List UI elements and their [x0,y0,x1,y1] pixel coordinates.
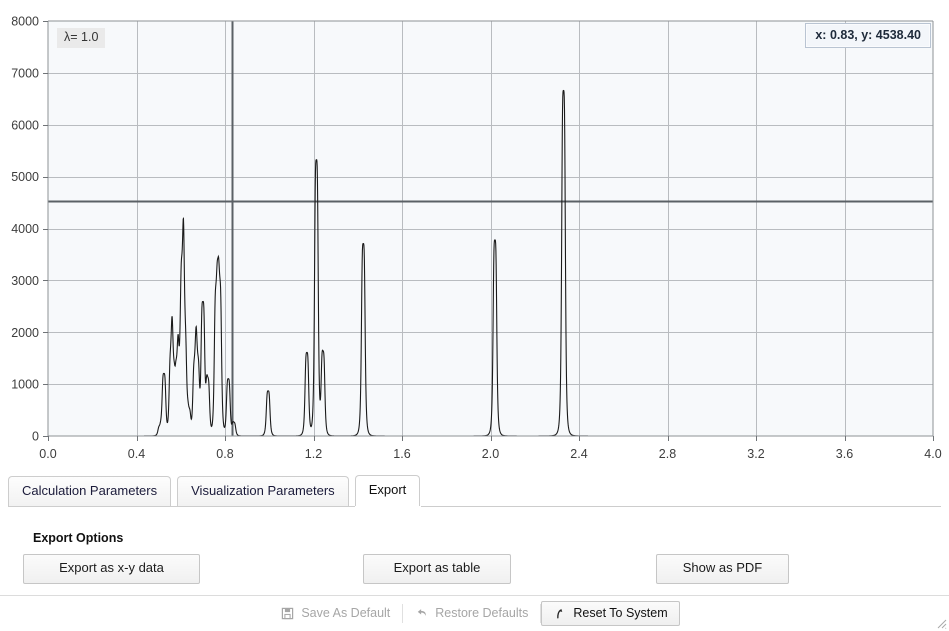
x-axis-tick-labels: 0.0 0.4 0.8 1.2 1.6 2.0 2.4 2.8 3.2 3.6 4.0 [39,447,941,461]
x-tick-label: 1.2 [305,447,322,461]
spectrum-plot[interactable]: 0.0 0.4 0.8 1.2 1.6 2.0 2.4 2.8 3.2 3.6 4.0 0 1000 2… [0,0,949,470]
x-tick-label: 1.6 [393,447,410,461]
save-as-default-label: Save As Default [301,605,391,620]
x-tick-label: 2.8 [659,447,676,461]
y-tick-label: 8000 [11,15,39,29]
y-tick-label: 4000 [11,222,39,236]
x-tick-label: 4.0 [924,447,941,461]
export-as-table-button[interactable]: Export as table [363,554,511,584]
bottom-button-bar: Save As Default Restore Defaults Reset T… [0,596,949,631]
y-tick-label: 7000 [11,66,39,80]
tab-calculation-parameters[interactable]: Calculation Parameters [8,476,172,506]
y-tick-label: 1000 [11,378,39,392]
active-tab-underline-gap [355,506,421,508]
y-axis-tick-labels: 0 1000 2000 3000 4000 5000 6000 7000 8000 [11,15,39,444]
restore-defaults-label: Restore Defaults [435,605,529,620]
y-tick-label: 6000 [11,118,39,132]
tab-strip: Calculation Parameters Visualization Par… [8,475,421,506]
export-as-xy-data-button[interactable]: Export as x-y data [23,554,200,584]
x-tick-label: 0.8 [216,447,233,461]
y-tick-label: 3000 [11,274,39,288]
save-as-default-button[interactable]: Save As Default [269,601,402,626]
plot-background [48,21,933,436]
undo-arrow-icon [415,607,428,620]
tab-visualization-parameters[interactable]: Visualization Parameters [177,476,349,506]
reset-to-system-label: Reset To System [573,605,668,620]
export-options-heading: Export Options [33,531,124,545]
y-tick-label: 5000 [11,170,39,184]
x-tick-label: 0.0 [39,447,56,461]
x-tick-label: 3.6 [836,447,853,461]
lambda-label: λ= 1.0 [57,28,106,48]
x-tick-label: 3.2 [747,447,764,461]
reset-to-system-button[interactable]: Reset To System [541,600,680,627]
spectrum-chart-panel[interactable]: 0.0 0.4 0.8 1.2 1.6 2.0 2.4 2.8 3.2 3.6 4.0 0 1000 2… [0,0,949,470]
tab-bar: Calculation Parameters Visualization Par… [0,471,949,511]
y-tick-label: 0 [32,430,39,444]
tab-export[interactable]: Export [354,475,421,506]
y-tick-label: 2000 [11,326,39,340]
cursor-coordinate-readout: x: 0.83, y: 4538.40 [805,23,931,49]
tab-bar-underline [8,506,941,507]
reset-curved-arrow-icon [553,607,566,620]
x-tick-label: 2.0 [482,447,499,461]
export-options-panel: Export Options Export as x-y data Export… [0,512,949,590]
window-resize-grip[interactable] [935,617,947,629]
x-tick-label: 0.4 [128,447,145,461]
restore-defaults-button[interactable]: Restore Defaults [403,601,540,626]
bottom-button-group: Save As Default Restore Defaults Reset T… [269,600,680,627]
x-tick-label: 2.4 [570,447,587,461]
floppy-disk-icon [281,607,294,620]
show-as-pdf-button[interactable]: Show as PDF [656,554,789,584]
